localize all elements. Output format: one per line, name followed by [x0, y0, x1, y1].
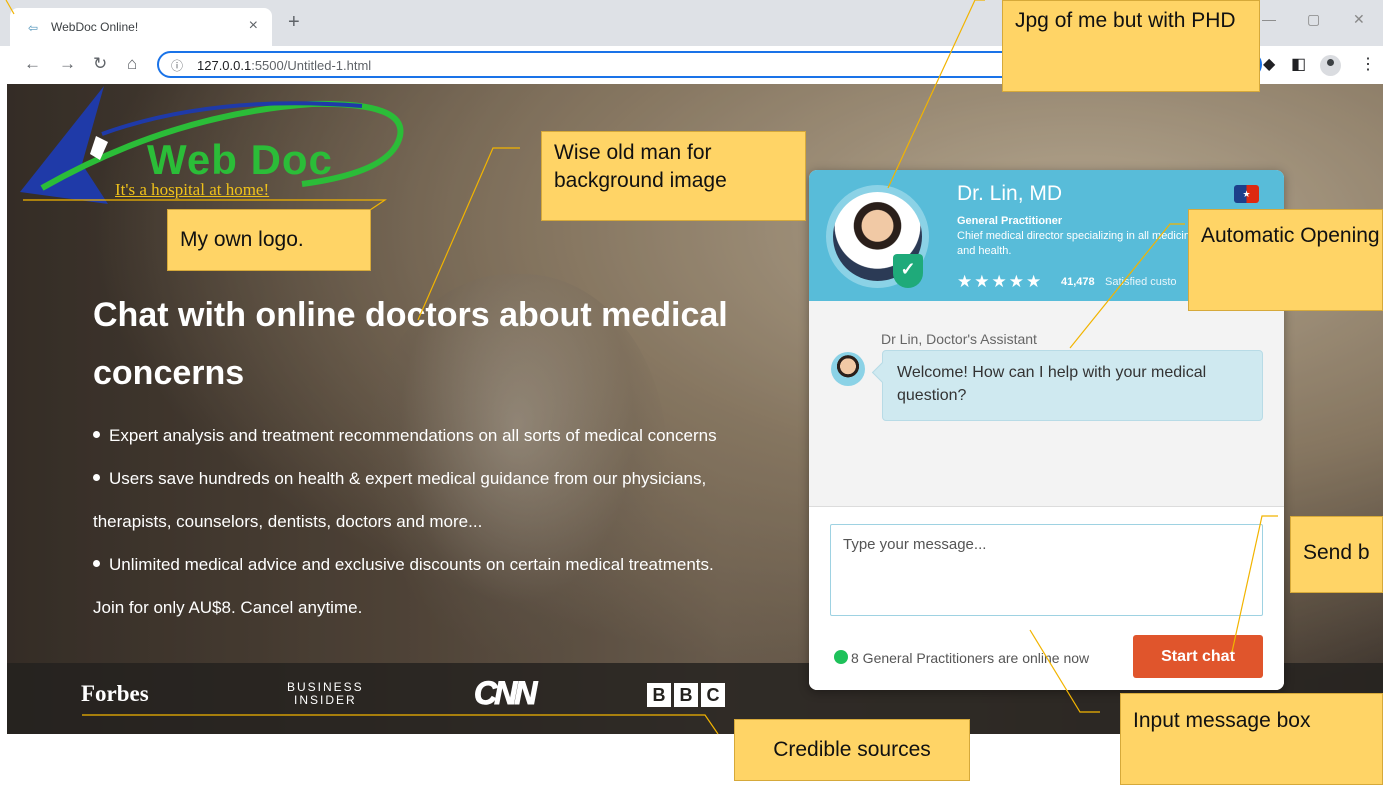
welcome-message-bubble: Welcome! How can I help with your medica… [882, 350, 1263, 421]
doctor-role: General Practitioner [957, 215, 1063, 227]
back-icon[interactable]: ← [24, 54, 41, 74]
logo-tagline: It's a hospital at home! [115, 180, 270, 199]
online-status-text: 8 General Practitioners are online now [851, 650, 1090, 666]
window-close-icon[interactable]: ✕ [1353, 11, 1365, 28]
assistant-label: Dr Lin, Doctor's Assistant [881, 331, 1037, 347]
verified-shield-icon: ✓ [893, 254, 923, 288]
reload-icon[interactable]: ↻ [93, 54, 107, 74]
browser-tab[interactable]: ⇦ WebDoc Online! × [10, 8, 272, 46]
annotation-opening-question-note: Automatic Opening questi [1188, 209, 1383, 311]
cnn-logo: CNN [473, 675, 537, 712]
menu-icon[interactable]: ⋮ [1360, 54, 1376, 74]
rating-stars-icon: ★★★★★ [957, 272, 1044, 291]
rating-count: 41,478 [1061, 276, 1095, 288]
maximize-icon[interactable]: ▢ [1307, 11, 1320, 28]
site-favicon-icon: ⇦ [28, 21, 39, 35]
doctor-name: Dr. Lin, MD [957, 182, 1063, 205]
bullet-dot-icon [93, 474, 100, 482]
bullet-dot-icon [93, 560, 100, 568]
annotation-sources-note: Credible sources [734, 719, 970, 781]
site-info-icon[interactable]: ⓘ [171, 57, 183, 74]
start-chat-button[interactable]: Start chat [1133, 635, 1263, 678]
rating-label: Satisfied custo [1105, 276, 1177, 288]
forbes-logo: Forbes [81, 681, 149, 706]
feature-bullet: Expert analysis and treatment recommenda… [93, 426, 717, 446]
flag-icon: ★ [1234, 185, 1259, 203]
extensions-icon[interactable]: ◆ [1263, 54, 1275, 74]
url-text: 127.0.0.1:5500/Untitled-1.html [197, 58, 372, 73]
side-panel-icon[interactable]: ◧ [1291, 54, 1306, 74]
logo-name: Web Doc [147, 136, 333, 183]
bbc-logo: BBC [647, 683, 725, 707]
new-tab-button[interactable]: + [288, 11, 300, 34]
profile-avatar-icon[interactable] [1320, 55, 1341, 76]
minimize-icon[interactable]: — [1262, 11, 1276, 27]
hero-headline: Chat with online doctors about medical c… [93, 296, 728, 392]
feature-bullet: Users save hundreds on health & expert m… [93, 469, 706, 489]
home-icon[interactable]: ⌂ [127, 54, 137, 74]
business-insider-logo: BUSINESS INSIDER [287, 680, 364, 707]
annotation-photo-note: Jpg of me but with PHD [1002, 0, 1260, 92]
feature-bullet: Unlimited medical advice and exclusive d… [93, 555, 714, 575]
annotation-input-box-note: Input message box [1120, 693, 1383, 785]
webdoc-logo[interactable]: Web Doc It's a hospital at home! [12, 84, 412, 214]
message-input[interactable] [830, 524, 1263, 616]
doctor-description: Chief medical director specializing in a… [957, 230, 1197, 257]
annotation-logo-note: My own logo. [167, 209, 371, 271]
tab-title: WebDoc Online! [51, 20, 139, 34]
feature-bullet-continued: therapists, counselors, dentists, doctor… [93, 512, 483, 531]
bullet-dot-icon [93, 431, 100, 439]
join-offer: Join for only AU$8. Cancel anytime. [93, 598, 363, 617]
assistant-avatar [831, 352, 865, 386]
online-status-icon [834, 650, 848, 664]
tab-close-icon[interactable]: × [249, 17, 258, 35]
chat-input-area: 8 General Practitioners are online now S… [809, 506, 1284, 690]
forward-icon[interactable]: → [59, 54, 76, 74]
annotation-send-button-note: Send b [1290, 516, 1383, 593]
annotation-background-note: Wise old man for background image [541, 131, 806, 221]
